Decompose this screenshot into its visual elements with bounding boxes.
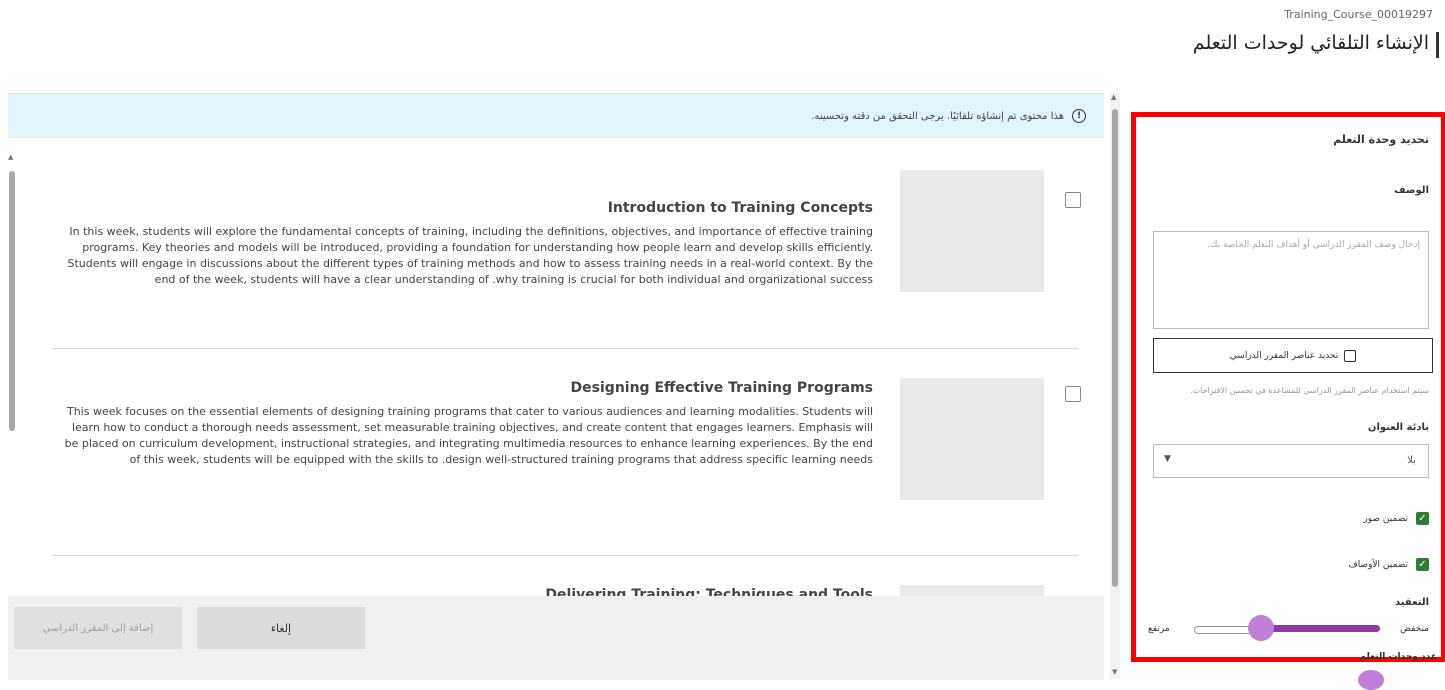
title-prefix-value: بلا	[1407, 455, 1416, 466]
select-course-items-button[interactable]: تحديد عناصر المقرر الدراسي	[1153, 338, 1433, 373]
complexity-high-label: مرتفع	[1148, 624, 1170, 634]
complexity-label: التعقيد	[1395, 597, 1429, 608]
module-divider	[53, 555, 1078, 556]
module-count-slider-thumb[interactable]	[1358, 670, 1384, 690]
include-descriptions-checkbox[interactable]: ✓	[1416, 558, 1429, 571]
add-to-course-button[interactable]: إضافة إلى المقرر الدراسي	[14, 607, 182, 649]
complexity-slider[interactable]: منخفض مرتفع	[1136, 615, 1441, 647]
module-checkbox[interactable]	[1065, 386, 1081, 402]
action-footer: إضافة إلى المقرر الدراسي إلغاء	[8, 596, 1104, 680]
scroll-up-icon[interactable]: ▲	[8, 153, 13, 161]
include-images-label: تضمين صور	[1363, 513, 1408, 524]
module-description: In this week, students will explore the …	[67, 225, 873, 286]
generated-modules-area: هذا محتوى تم إنشاؤه تلقائيًا. يرجى التحق…	[8, 93, 1104, 680]
title-accent-bar	[1436, 32, 1439, 58]
panel-heading: تحديد وحدة التعلم	[1333, 133, 1429, 146]
banner-text: هذا محتوى تم إنشاؤه تلقائيًا. يرجى التحق…	[811, 110, 1064, 122]
page-title: الإنشاء التلقائي لوحدات التعلم	[1192, 32, 1429, 54]
title-prefix-label: بادئة العنوان	[1367, 422, 1429, 433]
chevron-down-icon: ▼	[1164, 454, 1171, 464]
module-item: Introduction to Training Concepts In thi…	[53, 166, 1093, 316]
module-image-placeholder	[900, 378, 1044, 500]
scrollbar-thumb[interactable]	[1112, 109, 1118, 587]
select-course-items-label: تحديد عناصر المقرر الدراسي	[1229, 350, 1339, 361]
complexity-low-label: منخفض	[1400, 624, 1429, 634]
course-id: Training_Course_00019297	[1284, 8, 1433, 21]
modules-scrollbar[interactable]: ▲ ▼	[8, 153, 16, 623]
description-field[interactable]: إدخال وصف المقرر الدراسي أو أهداف التعلم…	[1153, 231, 1429, 329]
info-icon: !	[1072, 109, 1086, 123]
include-images-checkbox[interactable]: ✓	[1416, 512, 1429, 525]
scroll-down-icon[interactable]: ▼	[1112, 668, 1117, 676]
select-items-hint: سيتم استخدام عناصر المقرر الدراسي للمساع…	[1190, 386, 1429, 395]
title-prefix-select[interactable]: بلا ▼	[1153, 444, 1429, 478]
module-title: Designing Effective Training Programs	[570, 380, 873, 396]
module-divider	[53, 348, 1078, 349]
module-checkbox[interactable]	[1065, 192, 1081, 208]
panel-scrollbar[interactable]: ▲	[1110, 93, 1120, 679]
cancel-button[interactable]: إلغاء	[197, 607, 365, 649]
slider-thumb[interactable]	[1248, 615, 1274, 641]
include-descriptions-label: تضمين الأوصاف	[1348, 559, 1408, 570]
course-items-icon	[1344, 349, 1357, 362]
description-label: الوصف	[1393, 185, 1429, 196]
ai-content-banner: هذا محتوى تم إنشاؤه تلقائيًا. يرجى التحق…	[8, 94, 1104, 138]
scrollbar-thumb[interactable]	[9, 171, 15, 431]
module-image-placeholder	[900, 170, 1044, 292]
module-description: This week focuses on the essential eleme…	[64, 405, 873, 466]
description-placeholder: إدخال وصف المقرر الدراسي أو أهداف التعلم…	[1207, 240, 1420, 250]
module-title: Introduction to Training Concepts	[607, 200, 873, 216]
learning-module-settings-panel: تحديد وحدة التعلم الوصف إدخال وصف المقرر…	[1131, 112, 1445, 662]
slider-track-filled[interactable]	[1264, 625, 1380, 632]
module-item: Designing Effective Training Programs Th…	[53, 376, 1093, 526]
module-count-label: عدد وحدات التعلم	[1359, 652, 1437, 662]
include-images-option[interactable]: ✓ تضمين صور	[1363, 512, 1429, 525]
include-descriptions-option[interactable]: ✓ تضمين الأوصاف	[1348, 558, 1429, 571]
scroll-up-icon[interactable]: ▲	[1111, 93, 1116, 101]
